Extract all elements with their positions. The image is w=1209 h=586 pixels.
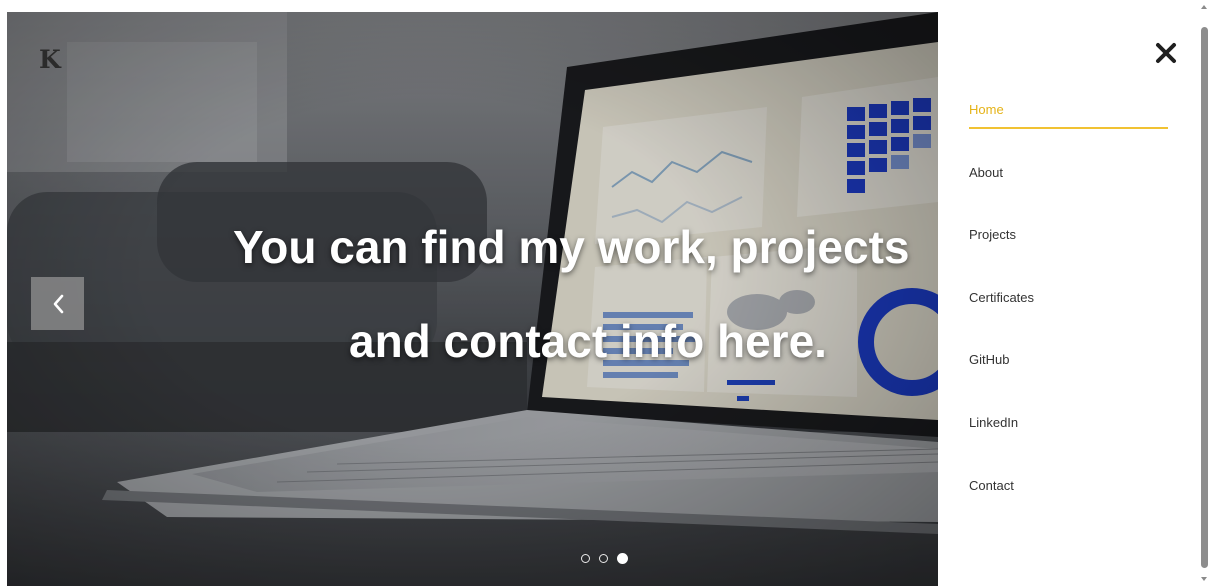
nav-item-projects[interactable]: Projects — [969, 227, 1168, 243]
page: K You can find my work, projects and con… — [0, 0, 1209, 586]
hero-caption-line-1: You can find my work, projects — [233, 221, 910, 273]
nav-item-certificates[interactable]: Certificates — [969, 290, 1168, 306]
carousel-indicator-1[interactable] — [581, 554, 590, 563]
close-nav-button[interactable] — [1153, 40, 1179, 66]
page-scrollbar[interactable] — [1200, 0, 1209, 586]
nav-item-contact[interactable]: Contact — [969, 478, 1168, 494]
hero-background-image — [7, 12, 938, 586]
nav-active-underline — [969, 127, 1168, 129]
nav-item-about[interactable]: About — [969, 165, 1168, 181]
carousel-indicator-2[interactable] — [599, 554, 608, 563]
nav-item-github[interactable]: GitHub — [969, 352, 1168, 368]
scroll-down-icon[interactable] — [1201, 577, 1207, 581]
close-icon — [1156, 43, 1176, 63]
carousel-indicator-3[interactable] — [617, 553, 628, 564]
scroll-up-icon[interactable] — [1201, 5, 1207, 9]
brand-logo[interactable]: K — [39, 45, 61, 75]
carousel-indicators — [581, 553, 628, 564]
hero-caption-line-2: and contact info here. — [349, 315, 827, 367]
carousel-prev-button[interactable] — [31, 277, 84, 330]
side-nav: Home About Projects Certificates GitHub … — [938, 0, 1200, 586]
nav-item-home[interactable]: Home — [969, 102, 1168, 118]
chevron-left-icon — [53, 294, 63, 313]
nav-item-linkedin[interactable]: LinkedIn — [969, 415, 1168, 431]
scrollbar-thumb[interactable] — [1201, 27, 1208, 568]
hero-carousel: K You can find my work, projects and con… — [7, 12, 938, 586]
